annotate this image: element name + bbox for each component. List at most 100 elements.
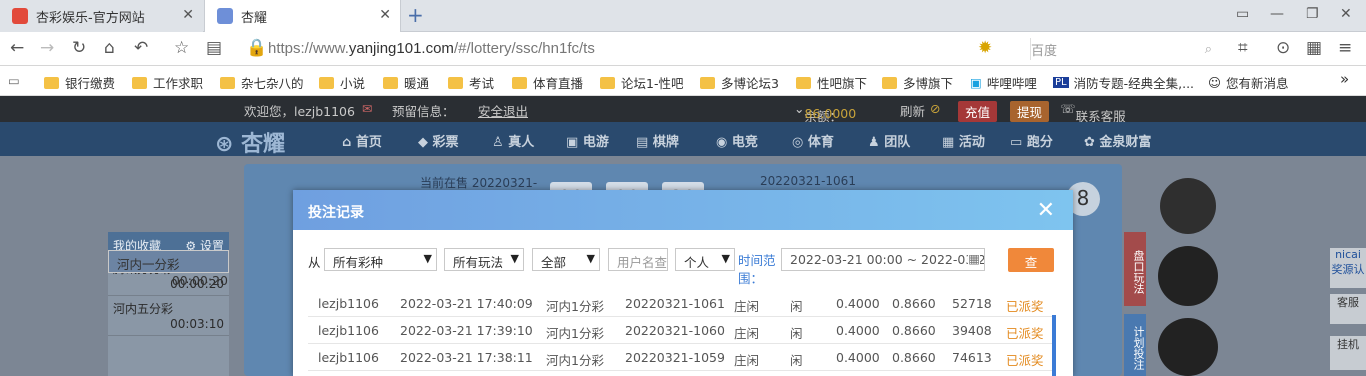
cell-win: 0.8660 (892, 296, 936, 311)
table-row[interactable]: lezjb1106 2022-03-21 17:40:09 河内1分彩 2022… (308, 290, 1054, 317)
screenshot-icon[interactable]: ⌗ (1238, 38, 1248, 58)
cell-status: 已派奖 (1006, 326, 1044, 341)
menu-icon[interactable]: ≡ (1338, 38, 1352, 58)
refresh-button[interactable]: 刷新 (900, 101, 925, 120)
time-range-label: 时间范围： (738, 253, 776, 286)
nav-live[interactable]: ♙ 真人 (492, 131, 534, 150)
cell-number: 52718 (952, 296, 992, 311)
back-icon[interactable]: ← (10, 38, 24, 58)
home-icon[interactable]: ⌂ (104, 38, 115, 58)
bookmark-item[interactable]: 多博旗下 (882, 73, 953, 92)
support-tool[interactable]: 客服 (1330, 294, 1366, 324)
logout-link[interactable]: 安全退出 (478, 101, 528, 120)
selling-label: 当前在售 20220321- (420, 176, 538, 190)
bookmark-item[interactable]: 论坛1-性吧 (600, 73, 683, 92)
nav-events[interactable]: ▦ 活动 (942, 131, 985, 150)
apps-icon[interactable]: ▦ (1306, 38, 1322, 58)
url-field[interactable]: https://www.yanjing101.com/#/lottery/ssc… (268, 40, 595, 57)
auto-bet-tool[interactable]: 挂机 (1330, 336, 1366, 370)
bookmark-item[interactable]: 小说 (319, 73, 365, 92)
play-select[interactable]: 所有玩法 ▼ (444, 248, 524, 271)
account-icon[interactable]: ⊙ (1276, 38, 1290, 58)
bookmark-item[interactable]: 暖通 (383, 73, 429, 92)
minimize-icon[interactable]: — (1270, 6, 1284, 22)
side-tab-play-mode[interactable]: 盘口玩法 (1124, 232, 1146, 306)
undo-icon[interactable]: ↶ (134, 38, 148, 58)
close-tab-icon[interactable]: ✕ (379, 7, 391, 23)
search-icon[interactable]: ⌕ (1205, 42, 1212, 57)
close-tab-icon[interactable]: ✕ (182, 7, 194, 23)
agent-badge-icon[interactable] (1158, 246, 1218, 306)
nav-cards[interactable]: ▤ 棋牌 (636, 131, 679, 150)
bookmark-item[interactable]: 银行缴费 (44, 73, 115, 92)
bookmark-item[interactable]: ☺ 您有新消息 (1208, 73, 1289, 92)
bookmark-item[interactable]: 性吧旗下 (796, 73, 867, 92)
bookmark-item[interactable]: 体育直播 (512, 73, 583, 92)
nav-home[interactable]: ⌂ 首页 (342, 131, 382, 150)
nav-fortune[interactable]: ✿ 金泉财富 (1084, 131, 1151, 150)
tab-inactive[interactable]: 杏彩娱乐-官方网站 ✕ (0, 0, 203, 32)
lottery-select[interactable]: 所有彩种 ▼ (324, 248, 437, 271)
scope-select[interactable]: 个人 ▼ (675, 248, 735, 271)
nav-team[interactable]: ♟ 团队 (868, 131, 910, 150)
nav-run-score[interactable]: ▭ 跑分 (1010, 131, 1053, 150)
star-icon[interactable]: ☆ (174, 38, 189, 58)
chevron-down-icon: ▼ (721, 252, 730, 265)
search-placeholder: 百度 (1031, 43, 1058, 59)
search-input[interactable]: 百度 ⌕ (1030, 38, 1220, 60)
bookmark-item[interactable]: 杂七杂八的 (220, 73, 304, 92)
bookmarks-toggle-icon[interactable]: ▭ (8, 73, 20, 88)
site-logo[interactable]: ⊛ 杏耀 (215, 126, 285, 158)
tab-active[interactable]: 杏耀 ✕ (204, 0, 401, 32)
table-row[interactable]: lezjb1106 2022-03-21 17:39:10 河内1分彩 2022… (308, 317, 1054, 344)
from-label: 从 (308, 255, 321, 270)
nav-sports[interactable]: ◎ 体育 (792, 131, 834, 150)
url-prefix: https://www. (268, 40, 349, 57)
cell-number: 39408 (952, 323, 992, 338)
favorite-item[interactable]: 河内五分彩 00:03:10 (108, 296, 229, 336)
close-icon[interactable]: ✕ (1037, 198, 1055, 223)
cell-play: 庄闲 (734, 353, 760, 368)
reader-icon[interactable]: ▤ (206, 38, 222, 58)
date-range-input[interactable]: 2022-03-21 00:00 ~ 2022-03-21 ▦ (781, 248, 985, 271)
deposit-button[interactable]: 充值 (958, 101, 998, 122)
favorite-item[interactable]: 河内一分彩 00:00:20 (108, 250, 229, 288)
withdraw-button[interactable]: 提现 (1010, 101, 1050, 122)
prize-source-tool[interactable]: nicai 奖源认 (1330, 248, 1366, 288)
reload-icon[interactable]: ↻ (72, 38, 86, 58)
forward-icon[interactable]: → (40, 38, 54, 58)
cell-status: 已派奖 (1006, 299, 1044, 314)
site-favicon-icon (217, 8, 233, 24)
support-link[interactable]: ☏ 联系客服 (1060, 101, 1126, 124)
side-tab-plan-bet[interactable]: 计划投注 (1124, 314, 1146, 376)
new-tab-icon[interactable]: + (407, 3, 424, 27)
folder-icon (796, 76, 811, 89)
hide-eye-icon[interactable]: ⊘ (930, 101, 940, 116)
nav-slots[interactable]: ▣ 电游 (566, 131, 609, 150)
close-window-icon[interactable]: ✕ (1340, 6, 1352, 22)
sidebar-toggle-icon[interactable]: ▭ (1236, 6, 1249, 22)
cell-issue: 20220321-1060 (625, 323, 725, 338)
more-bookmarks-icon[interactable]: » (1340, 70, 1349, 88)
status-select[interactable]: 全部 ▼ (532, 248, 600, 271)
username-input[interactable]: 用户名查询 (608, 248, 668, 271)
nav-esports[interactable]: ◉ 电竞 (716, 131, 758, 150)
query-button[interactable]: 查 (1008, 248, 1054, 272)
extension-icon[interactable]: ✹ (978, 38, 992, 58)
cell-lottery: 河内1分彩 (546, 353, 604, 368)
table-scrollbar[interactable] (1052, 315, 1056, 376)
table-row[interactable]: lezjb1106 2022-03-21 17:38:11 河内1分彩 2022… (308, 344, 1054, 371)
fortune-badge-icon[interactable] (1158, 318, 1218, 376)
bet-records-table: lezjb1106 2022-03-21 17:40:09 河内1分彩 2022… (308, 290, 1054, 371)
bookmark-item[interactable]: 多博论坛3 (700, 73, 779, 92)
settings-link[interactable]: ⚙ 设置 (185, 237, 224, 253)
mail-icon[interactable]: ✉ (362, 101, 372, 116)
bookmark-item[interactable]: ▣ 哔哩哔哩 (970, 73, 1037, 92)
folder-icon (132, 76, 147, 89)
diamond-badge-icon[interactable] (1160, 178, 1216, 234)
nav-lottery[interactable]: ◆ 彩票 (418, 131, 459, 150)
bookmark-item[interactable]: 考试 (448, 73, 494, 92)
bookmark-item[interactable]: 工作求职 (132, 73, 203, 92)
bookmark-item[interactable]: PL 消防专题-经典全集,... (1053, 73, 1194, 92)
restore-icon[interactable]: ❐ (1306, 6, 1319, 22)
